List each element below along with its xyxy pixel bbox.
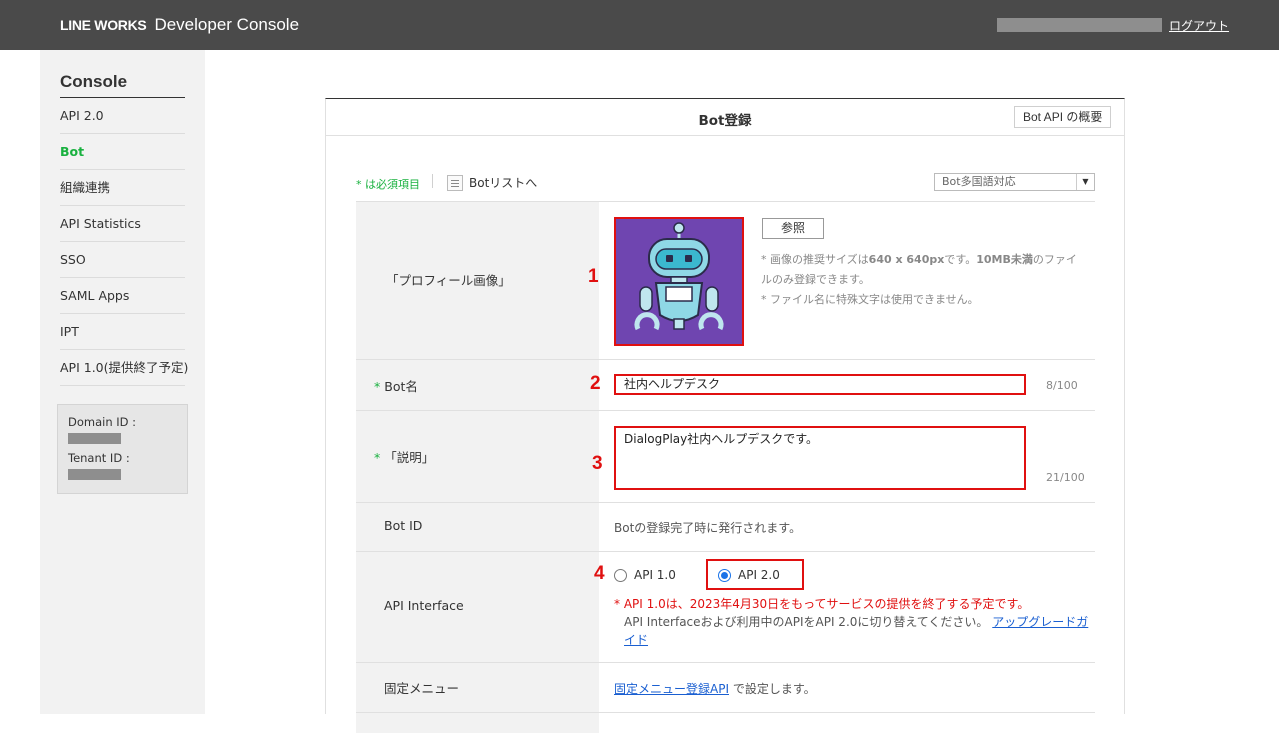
browse-button[interactable]: 参照 [762,218,824,239]
image-guidelines: * 画像の推奨サイズは640 x 640pxです。10MB未満のファイルのみ登録… [761,253,1077,306]
row-profile-image: 「プロフィール画像」 1 参照 * 画像の推奨サイズは640 x 640pxです… [356,202,1095,360]
description-label: * 「説明」 [374,450,435,465]
row-bot-id: Bot ID Botの登録完了時に発行されます。 [356,503,1095,552]
bot-name-input[interactable]: 社内ヘルプデスク [614,374,1026,395]
bot-id-label: Bot ID [384,518,423,533]
profile-image-label: 「プロフィール画像」 [386,273,511,288]
sidebar: Console API 2.0 Bot 組織連携 API Statistics … [40,50,205,714]
description-counter: 21/100 [1046,471,1085,484]
sidebar-item-sso[interactable]: SSO [60,242,185,278]
list-icon [447,174,463,191]
sidebar-item-ipt[interactable]: IPT [60,314,185,350]
radio-api-2[interactable]: API 2.0 [718,568,780,582]
sidebar-title: Console [60,72,128,91]
radio-api-1[interactable]: API 1.0 [614,568,676,582]
fixed-menu-text: 固定メニュー登録API で設定します。 [614,682,816,696]
description-textarea[interactable]: DialogPlay社内ヘルプデスクです。 [614,426,1026,490]
logout-link[interactable]: ログアウト [1169,17,1229,34]
tenant-id-label: Tenant ID : [68,451,130,465]
row-description: * 「説明」 3 DialogPlay社内ヘルプデスクです。 21/100 [356,411,1095,503]
bot-api-overview-button[interactable]: Bot API の概要 [1014,106,1112,128]
bot-list-link[interactable]: Botリストへ [447,174,537,191]
tenant-id-redacted [68,469,121,480]
row-api-interface: API Interface 4 API 1.0 API 2.0 * API 1.… [356,552,1095,663]
bot-id-text: Botの登録完了時に発行されます。 [614,521,802,535]
api-interface-label: API Interface [384,598,464,613]
domain-id-label: Domain ID : [68,415,137,429]
annotation-marker-1: 1 [588,266,599,287]
tenant-info-box: Domain ID : Tenant ID : [57,404,188,494]
annotation-marker-4: 4 [594,563,605,584]
sidebar-menu: API 2.0 Bot 組織連携 API Statistics SSO SAML… [60,98,188,386]
sidebar-item-api-2[interactable]: API 2.0 [60,98,185,134]
profile-image-preview[interactable] [614,217,744,346]
panel-header: Bot登録 Bot API の概要 [326,99,1124,136]
bot-list-label: Botリストへ [469,176,538,190]
sidebar-item-saml-apps[interactable]: SAML Apps [60,278,185,314]
brand-logo: LINE WORKS [60,17,147,33]
bot-name-counter: 8/100 [1046,379,1078,392]
sidebar-item-api-1[interactable]: API 1.0(提供終了予定) [60,350,188,386]
row-next [356,713,1095,733]
language-select-value: Bot多国語対応 [942,175,1016,188]
api-deprecation-warning: * API 1.0は、2023年4月30日をもってサービスの提供を終了する予定で… [614,597,1030,611]
sidebar-item-org-sync[interactable]: 組織連携 [60,170,185,206]
brand: LINE WORKS Developer Console [60,15,299,35]
annotation-marker-3: 3 [592,453,603,474]
page-title: Bot登録 [698,113,752,129]
language-select[interactable]: Bot多国語対応 ▼ [934,173,1095,191]
annotation-marker-2: 2 [590,373,601,394]
chevron-down-icon: ▼ [1076,174,1094,190]
radio-circle [614,568,627,582]
row-fixed-menu: 固定メニュー 固定メニュー登録API で設定します。 [356,663,1095,713]
required-note: * は必須項目 [356,178,420,191]
bot-name-label: * Bot名 [374,379,418,394]
sidebar-item-bot[interactable]: Bot [60,134,185,170]
top-bar: LINE WORKS Developer Console ログアウト [0,0,1279,50]
fixed-menu-api-link[interactable]: 固定メニュー登録API [614,682,729,696]
row-bot-name: * Bot名 2 社内ヘルプデスク 8/100 [356,360,1095,411]
app-title: Developer Console [154,15,300,34]
bot-register-panel: Bot登録 Bot API の概要 * は必須項目 Botリストへ Bot多国語… [325,98,1125,733]
robot-avatar-icon [634,222,724,331]
api-switch-instruction: API Interfaceおよび利用中のAPIをAPI 2.0に切り替えてくださ… [624,615,1089,647]
divider [432,174,433,188]
fixed-menu-label: 固定メニュー [384,681,460,696]
bot-form: 「プロフィール画像」 1 参照 * 画像の推奨サイズは640 x 640pxです… [356,201,1095,733]
user-name-redacted [997,18,1162,32]
radio-circle-checked [718,568,731,582]
sidebar-item-api-statistics[interactable]: API Statistics [60,206,185,242]
domain-id-redacted [68,433,121,444]
